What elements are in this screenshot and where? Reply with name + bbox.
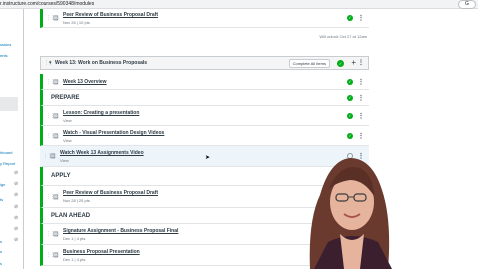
nav-link-discussions[interactable]: ssions bbox=[0, 42, 11, 47]
item-meta: Nov 28 | 25 pts bbox=[63, 198, 90, 203]
url-text[interactable]: r.instructure.com/courses/590348/modules bbox=[0, 0, 94, 9]
item-title[interactable]: Signature Assignment - Business Proposal… bbox=[63, 228, 178, 234]
kebab-menu-icon[interactable]: ⋮ bbox=[358, 78, 364, 85]
subheader-text: APPLY bbox=[51, 173, 71, 179]
add-item-icon[interactable]: + bbox=[351, 58, 356, 67]
kebab-menu-icon[interactable]: ⋮ bbox=[358, 59, 364, 66]
item-meta: Nov 26 | 10 pts bbox=[63, 20, 90, 25]
document-icon: ▤ bbox=[53, 133, 59, 139]
document-icon: ▤ bbox=[50, 153, 56, 160]
item-meta: View bbox=[63, 138, 72, 143]
subheader-text: PREPARE bbox=[51, 94, 80, 101]
module-header[interactable]: ⋮⋮ ▾ Week 13: Work on Business Proposals… bbox=[40, 56, 369, 70]
item-meta: View bbox=[63, 118, 72, 123]
visibility-icon: ⊘ bbox=[14, 215, 19, 221]
visibility-icon: ⊘ bbox=[14, 237, 19, 243]
document-icon: ▤ bbox=[53, 231, 59, 238]
nav-link-s3[interactable]: s bbox=[0, 261, 2, 266]
complete-all-items-button[interactable]: Complete All Items bbox=[288, 59, 330, 68]
collapse-arrow-icon[interactable]: ▾ bbox=[49, 60, 52, 66]
module-item[interactable]: ⋮⋮ ▤ Lesson: Creating a presentation Vie… bbox=[40, 106, 369, 126]
item-title[interactable]: Watch - Visual Presentation Design Video… bbox=[63, 130, 164, 136]
nav-link-dashboard[interactable]: hboard bbox=[0, 150, 12, 155]
document-icon: ▤ bbox=[53, 79, 59, 85]
item-title[interactable]: Peer Review of Business Proposal Draft bbox=[63, 190, 158, 196]
checkmark-circle-icon: ✓ bbox=[347, 94, 353, 101]
subheader-text: PLAN AHEAD bbox=[51, 212, 91, 219]
item-title[interactable]: Peer Review of Business Proposal Draft bbox=[63, 12, 158, 18]
item-title[interactable]: Lesson: Creating a presentation bbox=[63, 110, 139, 116]
unlock-note: Will unlock Oct 27 at 12am bbox=[319, 34, 367, 39]
document-icon: ▤ bbox=[53, 113, 59, 119]
checkmark-circle-icon: ✓ bbox=[347, 15, 353, 21]
module-item[interactable]: ⋮⋮ ▤ Peer Review of Business Proposal Dr… bbox=[40, 9, 369, 28]
kebab-menu-icon[interactable]: ⋮ bbox=[358, 132, 364, 139]
module-item[interactable]: ⋮⋮ ▤ Watch - Visual Presentation Design … bbox=[40, 126, 369, 146]
nav-link-assign[interactable]: ign bbox=[0, 182, 5, 187]
nav-active-item[interactable] bbox=[0, 97, 18, 111]
checkmark-circle-icon: ✓ bbox=[337, 60, 344, 67]
nav-link-assignments[interactable]: ents bbox=[0, 53, 8, 58]
visibility-icon: ⊘ bbox=[14, 170, 19, 176]
presenter-webcam-overlay bbox=[309, 158, 392, 269]
profile-button[interactable]: G bbox=[458, 0, 476, 9]
document-icon: ▤ bbox=[53, 252, 59, 259]
nav-link-s1[interactable]: s bbox=[0, 239, 2, 244]
checkmark-circle-icon: ✓ bbox=[347, 112, 353, 119]
item-meta: Dec 1 | 4 pts bbox=[63, 257, 86, 262]
mouse-cursor-icon: ➤ bbox=[205, 155, 211, 161]
item-meta: View bbox=[60, 158, 69, 163]
module-title: Week 13: Work on Business Proposals bbox=[55, 60, 148, 66]
checkmark-circle-icon: ✓ bbox=[347, 132, 353, 139]
visibility-icon: ⊘ bbox=[14, 226, 19, 232]
subheader-row[interactable]: PREPARE ✓ ⋮ bbox=[40, 90, 369, 106]
item-title[interactable]: Watch Week 13 Assignments Video bbox=[60, 150, 144, 156]
nav-link-ts[interactable]: ts bbox=[0, 197, 3, 202]
kebab-menu-icon[interactable]: ⋮ bbox=[358, 94, 364, 101]
kebab-menu-icon[interactable]: ⋮ bbox=[358, 15, 364, 22]
item-meta: Dec 1 | 4 pts bbox=[63, 236, 86, 241]
course-navigation: ssions ents hboard y Report ign ts s s s… bbox=[0, 9, 24, 269]
browser-url-bar[interactable]: r.instructure.com/courses/590348/modules… bbox=[0, 0, 478, 9]
item-title[interactable]: Business Proposal Presentation bbox=[63, 249, 140, 255]
visibility-icon: ⊘ bbox=[14, 181, 19, 187]
nav-link-s2[interactable]: s bbox=[0, 249, 2, 254]
visibility-icon: ⊘ bbox=[14, 192, 19, 198]
kebab-menu-icon[interactable]: ⋮ bbox=[358, 112, 364, 119]
document-icon: ▤ bbox=[53, 15, 59, 22]
visibility-icon: ⊘ bbox=[14, 204, 19, 210]
document-icon: ▤ bbox=[53, 194, 59, 200]
module-item[interactable]: ⋮⋮ ▤ Week 13 Overview ✓ ⋮ bbox=[40, 74, 369, 90]
item-title[interactable]: Week 13 Overview bbox=[63, 79, 107, 85]
checkmark-circle-icon: ✓ bbox=[347, 78, 353, 85]
nav-link-report[interactable]: y Report bbox=[0, 161, 15, 166]
